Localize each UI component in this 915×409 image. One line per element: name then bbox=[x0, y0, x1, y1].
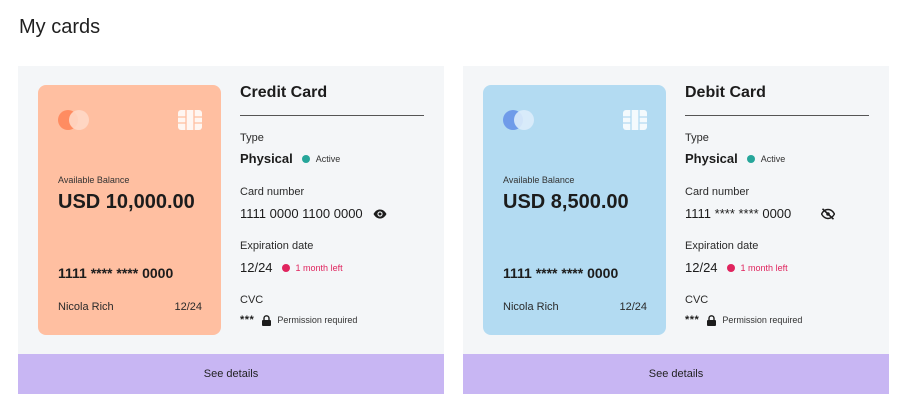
card-info: Credit Card Type Physical Active Card nu… bbox=[240, 84, 424, 326]
cvc-row: *** Permission required bbox=[240, 314, 357, 326]
eye-icon[interactable] bbox=[373, 209, 387, 219]
status-dot-icon bbox=[746, 154, 755, 163]
card-holder-name: Nicola Rich bbox=[503, 301, 559, 313]
balance-label: Available Balance bbox=[58, 175, 130, 185]
card-title: Credit Card bbox=[240, 84, 424, 116]
balance-value: USD 10,000.00 bbox=[58, 191, 195, 213]
type-value: Physical bbox=[685, 151, 738, 166]
card-number-value: 1111 **** **** 0000 bbox=[685, 206, 792, 221]
card-masked-number: 1111 **** **** 0000 bbox=[503, 265, 619, 281]
lock-icon bbox=[707, 314, 717, 326]
balance-label: Available Balance bbox=[503, 175, 575, 185]
card-chip-icon bbox=[623, 110, 647, 130]
card-brand-logo-icon bbox=[503, 110, 535, 130]
cvc-value: *** bbox=[685, 314, 700, 326]
card-masked-number: 1111 **** **** 0000 bbox=[58, 265, 174, 281]
cvc-label: CVC bbox=[240, 294, 264, 306]
cvc-note: Permission required bbox=[722, 315, 803, 325]
warning-dot-icon bbox=[726, 263, 735, 272]
credit-card-panel: Available Balance USD 10,000.00 1111 ***… bbox=[18, 66, 444, 394]
type-label: Type bbox=[240, 132, 264, 144]
expiration-value: 12/24 bbox=[685, 260, 718, 275]
cvc-row: *** Permission required bbox=[685, 314, 802, 326]
balance-value: USD 8,500.00 bbox=[503, 191, 629, 213]
card-info: Debit Card Type Physical Active Card num… bbox=[685, 84, 869, 326]
card-number-row: 1111 0000 1100 0000 bbox=[240, 206, 387, 221]
lock-icon bbox=[262, 314, 272, 326]
cvc-label: CVC bbox=[685, 294, 709, 306]
expiration-note: 1 month left bbox=[295, 262, 343, 273]
card-number-row: 1111 **** **** 0000 bbox=[685, 206, 836, 221]
card-number-label: Card number bbox=[240, 186, 305, 198]
type-value-row: Physical Active bbox=[685, 151, 785, 166]
expiration-value: 12/24 bbox=[240, 260, 273, 275]
status-badge: Active bbox=[315, 153, 341, 164]
card-expiry: 12/24 bbox=[619, 301, 647, 313]
card-visual[interactable]: Available Balance USD 8,500.00 1111 ****… bbox=[483, 85, 666, 335]
card-brand-logo-icon bbox=[58, 110, 90, 130]
status-badge: Active bbox=[760, 153, 786, 164]
expiration-row: 12/24 1 month left bbox=[240, 260, 343, 275]
type-value-row: Physical Active bbox=[240, 151, 340, 166]
expiration-label: Expiration date bbox=[685, 240, 759, 252]
type-label: Type bbox=[685, 132, 709, 144]
cvc-value: *** bbox=[240, 314, 255, 326]
card-expiry: 12/24 bbox=[174, 301, 202, 313]
expiration-note: 1 month left bbox=[740, 262, 788, 273]
card-title: Debit Card bbox=[685, 84, 869, 116]
card-chip-icon bbox=[178, 110, 202, 130]
card-number-value: 1111 0000 1100 0000 bbox=[240, 206, 363, 221]
card-visual[interactable]: Available Balance USD 10,000.00 1111 ***… bbox=[38, 85, 221, 335]
cvc-note: Permission required bbox=[277, 315, 358, 325]
debit-card-panel: Available Balance USD 8,500.00 1111 ****… bbox=[463, 66, 889, 394]
see-details-button[interactable]: See details bbox=[463, 354, 889, 394]
eye-off-icon[interactable] bbox=[821, 207, 836, 220]
card-holder-name: Nicola Rich bbox=[58, 301, 114, 313]
expiration-row: 12/24 1 month left bbox=[685, 260, 788, 275]
expiration-label: Expiration date bbox=[240, 240, 314, 252]
status-dot-icon bbox=[301, 154, 310, 163]
page-title: My cards bbox=[19, 16, 101, 38]
type-value: Physical bbox=[240, 151, 293, 166]
card-number-label: Card number bbox=[685, 186, 750, 198]
see-details-button[interactable]: See details bbox=[18, 354, 444, 394]
warning-dot-icon bbox=[281, 263, 290, 272]
